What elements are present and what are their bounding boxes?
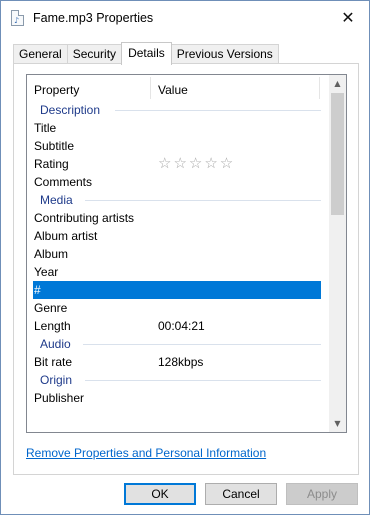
group-divider (115, 110, 321, 111)
column-value[interactable]: Value (158, 83, 188, 97)
property-name: # (34, 283, 41, 297)
group-origin: Origin (33, 371, 321, 389)
group-audio: Audio (33, 335, 321, 353)
property-name: Subtitle (34, 139, 75, 153)
property-row-subtitle[interactable]: Subtitle (33, 137, 321, 155)
audio-file-icon: ♪ (11, 10, 24, 26)
property-name: Bit rate (34, 355, 73, 369)
close-icon[interactable]: ✕ (337, 7, 359, 29)
property-name: Album (34, 247, 69, 261)
property-row-comments[interactable]: Comments (33, 173, 321, 191)
column-property[interactable]: Property (34, 83, 79, 97)
scroll-down-icon[interactable]: ▼ (329, 415, 346, 432)
property-name: Length (34, 319, 71, 333)
property-row-genre[interactable]: Genre (33, 299, 321, 317)
column-header: Property Value (27, 75, 327, 101)
property-row-album[interactable]: Album (33, 245, 321, 263)
title-bar: ♪ Fame.mp3 Properties ✕ (1, 1, 369, 35)
property-row-publisher[interactable]: Publisher (33, 389, 321, 407)
group-description: Description (33, 101, 321, 119)
property-name: Genre (34, 301, 68, 315)
property-value: 00:04:21 (158, 319, 205, 333)
property-row-track-number[interactable]: # (33, 281, 321, 299)
property-row-year[interactable]: Year (33, 263, 321, 281)
scroll-up-icon[interactable]: ▲ (329, 75, 346, 92)
tab-previous-versions[interactable]: Previous Versions (170, 44, 279, 65)
group-label: Origin (40, 373, 73, 387)
group-label: Audio (40, 337, 71, 351)
property-value: 128kbps (158, 355, 204, 369)
group-label: Description (40, 103, 101, 117)
column-divider[interactable] (319, 77, 320, 99)
group-media: Media (33, 191, 321, 209)
details-panel: Property Value Description Title Subtitl… (13, 63, 359, 475)
property-name: Comments (34, 175, 93, 189)
tab-general[interactable]: General (13, 44, 68, 65)
property-name: Rating (34, 157, 69, 171)
property-name: Album artist (34, 229, 98, 243)
group-divider (85, 380, 321, 381)
rating-stars[interactable]: ☆☆☆☆☆ (158, 154, 235, 172)
properties-dialog: ♪ Fame.mp3 Properties ✕ General Security… (0, 0, 370, 515)
property-name: Year (34, 265, 59, 279)
column-divider[interactable] (150, 77, 151, 99)
property-name: Title (34, 121, 57, 135)
scroll-thumb[interactable] (331, 93, 344, 215)
property-row-contributing-artists[interactable]: Contributing artists (33, 209, 321, 227)
audio-note-glyph: ♪ (14, 16, 20, 25)
property-name: Publisher (34, 391, 85, 405)
remove-properties-link[interactable]: Remove Properties and Personal Informati… (26, 446, 266, 460)
tab-strip: General Security Details Previous Versio… (13, 42, 279, 65)
properties-list[interactable]: Property Value Description Title Subtitl… (26, 74, 347, 433)
tab-security[interactable]: Security (66, 44, 123, 65)
group-divider (83, 344, 321, 345)
window-title: Fame.mp3 Properties (33, 11, 154, 25)
property-row-title[interactable]: Title (33, 119, 321, 137)
group-divider (85, 200, 321, 201)
tab-details[interactable]: Details (121, 42, 172, 65)
vertical-scrollbar[interactable]: ▲ ▼ (329, 75, 346, 432)
group-label: Media (40, 193, 73, 207)
property-row-length[interactable]: Length 00:04:21 (33, 317, 321, 335)
property-row-bit-rate[interactable]: Bit rate 128kbps (33, 353, 321, 371)
apply-button[interactable]: Apply (286, 483, 358, 505)
cancel-button[interactable]: Cancel (205, 483, 277, 505)
property-name: Contributing artists (34, 211, 135, 225)
ok-button[interactable]: OK (124, 483, 196, 505)
property-row-album-artist[interactable]: Album artist (33, 227, 321, 245)
property-row-rating[interactable]: Rating ☆☆☆☆☆ (33, 154, 321, 173)
